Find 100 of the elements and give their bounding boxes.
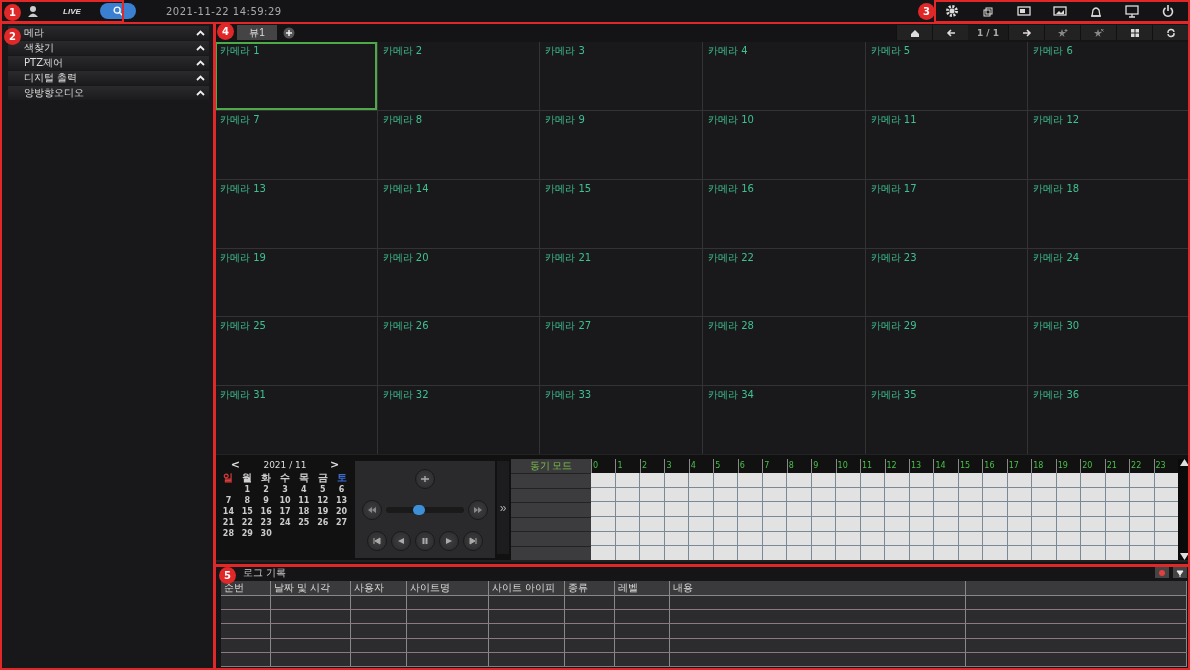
camera-tile[interactable]: 카메라 32 — [377, 386, 540, 454]
camera-tile[interactable]: 카메라 23 — [865, 248, 1028, 317]
camera-tile[interactable]: 카메라 17 — [865, 179, 1028, 248]
expand-button[interactable]: » — [497, 461, 509, 554]
column-header[interactable]: 사용자 — [351, 581, 407, 595]
layout-button[interactable] — [1116, 25, 1152, 40]
calendar-day[interactable]: 15 — [237, 507, 257, 517]
calendar-day[interactable]: 7 — [219, 496, 238, 506]
sidebar-item[interactable]: 색찾기 — [8, 41, 209, 55]
calendar-day[interactable]: 2 — [256, 485, 276, 495]
camera-tile[interactable]: 카메라 16 — [703, 179, 865, 248]
calendar-day[interactable]: 28 — [219, 529, 238, 539]
column-header[interactable]: 레벨 — [615, 581, 670, 595]
sidebar-item[interactable]: PTZ제어 — [8, 56, 209, 70]
camera-tile[interactable]: 카메라 22 — [703, 248, 865, 317]
speed-slider[interactable] — [386, 506, 464, 513]
column-header[interactable]: 사이트명 — [407, 581, 489, 595]
display-icon[interactable] — [1017, 4, 1031, 18]
slider-thumb[interactable] — [412, 504, 425, 515]
reverse-play-button[interactable] — [391, 530, 411, 551]
previous-page-button[interactable] — [932, 25, 968, 40]
step-forward-button[interactable] — [463, 530, 483, 551]
settings-icon[interactable] — [945, 4, 959, 18]
calendar-day[interactable]: 11 — [294, 496, 314, 506]
calendar-day[interactable]: 20 — [332, 507, 351, 517]
camera-tile[interactable]: 카메라 2 — [377, 42, 540, 110]
calendar-day[interactable]: 19 — [313, 507, 333, 517]
calendar-day[interactable]: 21 — [219, 518, 238, 528]
camera-tile[interactable]: 카메라 29 — [865, 317, 1028, 386]
camera-tile[interactable]: 카메라 13 — [215, 179, 377, 248]
calendar-day[interactable]: 4 — [294, 485, 314, 495]
camera-tile[interactable]: 카메라 26 — [377, 317, 540, 386]
column-header[interactable]: 사이트 아이피 — [489, 581, 565, 595]
monitor-icon[interactable] — [1125, 4, 1139, 18]
search-button[interactable] — [100, 3, 136, 19]
calendar-day[interactable]: 24 — [275, 518, 295, 528]
camera-tile[interactable]: 카메라 24 — [1028, 248, 1190, 317]
calendar-day[interactable]: 16 — [256, 507, 276, 517]
next-month-button[interactable]: > — [330, 458, 340, 471]
calendar-day[interactable]: 13 — [332, 496, 351, 506]
camera-tile[interactable]: 카메라 21 — [540, 248, 702, 317]
step-back-button[interactable] — [367, 530, 387, 551]
calendar-day[interactable]: 3 — [275, 485, 295, 495]
camera-tile[interactable]: 카메라 31 — [215, 386, 377, 454]
calendar-day[interactable]: 30 — [256, 529, 276, 539]
camera-tile[interactable]: 카메라 30 — [1028, 317, 1190, 386]
calendar-day[interactable]: 27 — [332, 518, 351, 528]
fast-forward-button[interactable] — [468, 499, 488, 520]
column-header[interactable]: 날짜 및 시각 — [271, 581, 351, 595]
camera-tile[interactable]: 카메라 20 — [377, 248, 540, 317]
power-icon[interactable] — [1161, 4, 1175, 18]
camera-tile[interactable]: 카메라 25 — [215, 317, 377, 386]
camera-tile[interactable]: 카메라 18 — [1028, 179, 1190, 248]
calendar-day[interactable]: 1 — [237, 485, 257, 495]
camera-tile[interactable]: 카메라 12 — [1028, 110, 1190, 179]
camera-tile[interactable]: 카메라 35 — [865, 386, 1028, 454]
column-header[interactable]: 종류 — [565, 581, 615, 595]
camera-tile[interactable]: 카메라 10 — [703, 110, 865, 179]
add-favorite-button[interactable] — [1044, 25, 1080, 40]
sidebar-item[interactable]: 디지털 출력 — [8, 71, 209, 85]
refresh-button[interactable] — [1152, 25, 1188, 40]
calendar-day[interactable]: 5 — [313, 485, 333, 495]
jog-button[interactable] — [415, 468, 435, 489]
sidebar-item[interactable]: 양방향오디오 — [8, 86, 209, 100]
calendar-day[interactable]: 8 — [237, 496, 257, 506]
remove-favorite-button[interactable] — [1080, 25, 1116, 40]
pause-button[interactable] — [415, 530, 435, 551]
calendar-day[interactable]: 6 — [332, 485, 351, 495]
calendar-day[interactable]: 12 — [313, 496, 333, 506]
calendar-day[interactable]: 23 — [256, 518, 276, 528]
camera-tile[interactable]: 카메라 19 — [215, 248, 377, 317]
add-tab-icon[interactable] — [283, 26, 295, 39]
calendar-day[interactable]: 26 — [313, 518, 333, 528]
calendar-day[interactable]: 29 — [237, 529, 257, 539]
camera-tile[interactable]: 카메라 7 — [215, 110, 377, 179]
sync-mode-button[interactable]: 동기 모드 — [511, 459, 591, 473]
camera-tile[interactable]: 카메라 34 — [703, 386, 865, 454]
camera-tile[interactable]: 카메라 9 — [540, 110, 702, 179]
column-header[interactable]: 내용 — [670, 581, 966, 595]
camera-tile[interactable]: 카메라 11 — [865, 110, 1028, 179]
calendar-day[interactable]: 9 — [256, 496, 276, 506]
camera-tile[interactable]: 카메라 14 — [377, 179, 540, 248]
camera-tile[interactable]: 카메라 15 — [540, 179, 702, 248]
calendar-day[interactable]: 14 — [219, 507, 238, 517]
image-icon[interactable] — [1053, 4, 1067, 18]
calendar-day[interactable]: 25 — [294, 518, 314, 528]
camera-tile[interactable]: 카메라 5 — [865, 42, 1028, 110]
calendar-day[interactable]: 18 — [294, 507, 314, 517]
camera-tile[interactable]: 카메라 3 — [540, 42, 702, 110]
camera-tile[interactable]: 카메라 4 — [703, 42, 865, 110]
previous-month-button[interactable]: < — [230, 458, 240, 471]
camera-tile[interactable]: 카메라 28 — [703, 317, 865, 386]
home-button[interactable] — [896, 25, 932, 40]
calendar-day[interactable]: 10 — [275, 496, 295, 506]
rewind-button[interactable] — [362, 499, 382, 520]
camera-tile[interactable]: 카메라 1 — [215, 42, 377, 110]
camera-tile[interactable]: 카메라 33 — [540, 386, 702, 454]
play-button[interactable] — [439, 530, 459, 551]
camera-tile[interactable]: 카메라 8 — [377, 110, 540, 179]
calendar-day[interactable]: 17 — [275, 507, 295, 517]
